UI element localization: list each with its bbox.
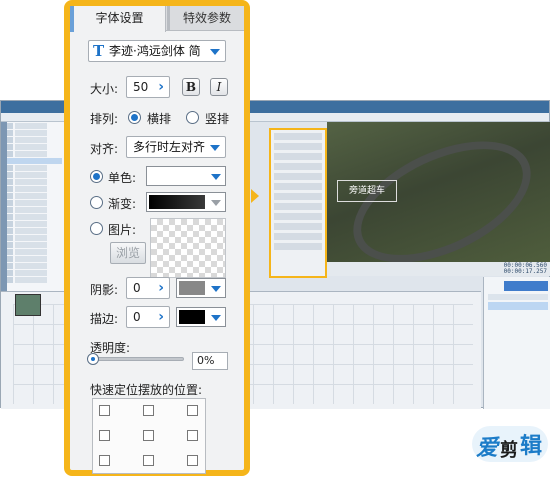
logo-char-3: 辑 — [520, 433, 543, 459]
chevron-down-icon — [211, 174, 221, 180]
position-middle-right[interactable] — [187, 430, 198, 441]
font-type-icon: T — [93, 42, 105, 60]
editor-font-panel-mini — [269, 128, 327, 278]
size-value: 50 — [133, 80, 149, 94]
chevron-down-icon — [210, 145, 220, 151]
position-bottom-left[interactable] — [99, 455, 110, 466]
export-button — [504, 281, 548, 291]
playback-bar: 00:00:06.560 00:00:17.257 — [327, 262, 550, 276]
logo-char-1: 爱 — [476, 435, 499, 461]
font-family-value: 李迹·鸿远剑体 简 — [109, 44, 201, 58]
stroke-label: 描边: — [90, 312, 119, 326]
opacity-value[interactable]: 0% — [192, 352, 228, 370]
position-bottom-center[interactable] — [143, 455, 154, 466]
position-top-right[interactable] — [187, 405, 198, 416]
layout-vertical-radio[interactable] — [186, 111, 199, 124]
chevron-down-icon — [211, 286, 221, 292]
stroke-value: 0 — [133, 310, 141, 324]
position-middle-center[interactable] — [143, 430, 154, 441]
layout-horizontal-radio[interactable] — [128, 111, 141, 124]
shadow-input[interactable]: 0 › — [126, 277, 170, 299]
opacity-slider-knob[interactable] — [87, 353, 99, 365]
position-top-center[interactable] — [143, 405, 154, 416]
aijianji-logo: 爱 剪 辑 — [472, 426, 548, 466]
opacity-slider-track[interactable] — [92, 357, 184, 361]
align-select[interactable]: 多行时左对齐 — [126, 136, 226, 158]
fill-gradient-radio[interactable] — [90, 196, 103, 209]
fill-gradient-label: 渐变: — [108, 197, 137, 211]
stroke-color-picker[interactable] — [176, 307, 226, 327]
gradient-fill — [149, 195, 205, 209]
fill-image-label: 图片: — [108, 223, 137, 237]
position-bottom-right[interactable] — [187, 455, 198, 466]
chevron-down-icon — [210, 49, 220, 55]
chevron-right-icon[interactable]: › — [158, 79, 164, 95]
layout-label: 排列: — [90, 112, 119, 126]
fill-image-radio[interactable] — [90, 222, 103, 235]
pointer-arrow — [251, 189, 259, 203]
tab-effect-params[interactable]: 特效参数 — [167, 6, 244, 31]
italic-button[interactable]: I — [210, 78, 228, 96]
shadow-color-picker[interactable] — [176, 278, 226, 298]
position-middle-left[interactable] — [99, 430, 110, 441]
align-label: 对齐: — [90, 142, 119, 156]
logo-char-2: 剪 — [500, 440, 518, 461]
clip-thumbnail — [15, 294, 41, 316]
bold-button[interactable]: B — [182, 78, 200, 96]
video-preview: 旁道超车 — [327, 116, 550, 288]
panel-tabs: 字体设置 特效参数 — [70, 6, 244, 32]
editor-left-tree — [1, 122, 65, 297]
fill-solid-radio[interactable] — [90, 170, 103, 183]
stroke-color-fill — [179, 310, 205, 324]
shadow-color-fill — [179, 281, 205, 295]
layout-vertical-label: 竖排 — [205, 112, 230, 126]
size-label: 大小: — [90, 82, 119, 96]
position-label: 快速定位摆放的位置: — [90, 383, 203, 397]
position-top-left[interactable] — [99, 405, 110, 416]
position-grid — [92, 398, 206, 474]
editor-right-panel — [483, 277, 550, 409]
chevron-down-icon — [211, 315, 221, 321]
solid-color-picker[interactable] — [146, 166, 226, 186]
chevron-right-icon[interactable]: › — [158, 309, 164, 325]
align-value: 多行时左对齐 — [133, 140, 206, 154]
tab-font-settings[interactable]: 字体设置 — [70, 6, 166, 32]
solid-color-fill — [149, 169, 205, 183]
fill-solid-label: 单色: — [108, 171, 137, 185]
stroke-input[interactable]: 0 › — [126, 306, 170, 328]
font-family-select[interactable]: T 李迹·鸿远剑体 简 — [88, 40, 226, 62]
size-input[interactable]: 50 › — [126, 76, 170, 98]
gradient-color-picker[interactable] — [146, 192, 226, 212]
shadow-label: 阴影: — [90, 283, 119, 297]
image-preview — [150, 218, 226, 278]
shadow-value: 0 — [133, 281, 141, 295]
editor-left-sidebar — [1, 122, 7, 297]
preview-caption: 旁道超车 — [337, 180, 397, 202]
playback-time: 00:00:06.560 00:00:17.257 — [503, 262, 547, 275]
font-settings-panel: 字体设置 特效参数 T 李迹·鸿远剑体 简 大小: 50 › B I 排列: 横… — [64, 0, 250, 476]
chevron-down-icon — [211, 200, 221, 206]
browse-button[interactable]: 浏览 — [110, 242, 146, 264]
chevron-right-icon[interactable]: › — [158, 280, 164, 296]
layout-horizontal-label: 横排 — [147, 112, 172, 126]
